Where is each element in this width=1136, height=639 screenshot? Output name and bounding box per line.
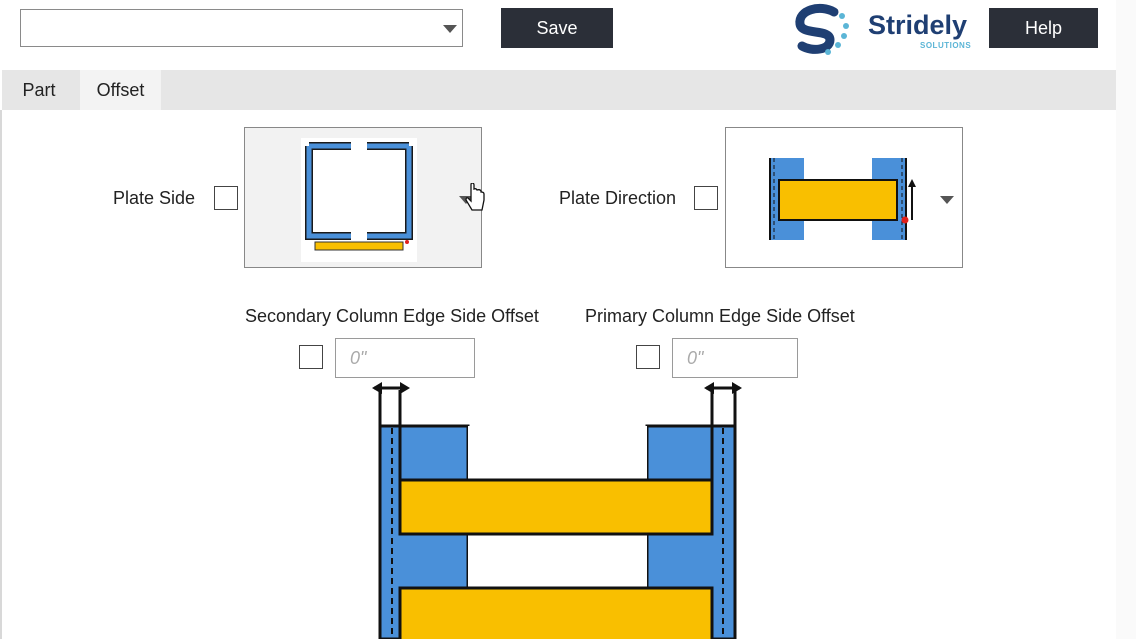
- save-button[interactable]: Save: [501, 8, 613, 48]
- secondary-offset-label: Secondary Column Edge Side Offset: [245, 306, 539, 326]
- secondary-offset-checkbox[interactable]: [299, 345, 323, 369]
- plate-direction-checkbox[interactable]: [694, 186, 718, 210]
- stridely-logo: Stridely SOLUTIONS: [794, 2, 984, 58]
- chevron-down-icon: [940, 196, 954, 204]
- part-select-dropdown[interactable]: [20, 9, 463, 47]
- panel-left-border: [0, 110, 2, 639]
- panel-right-gutter: [1116, 0, 1136, 639]
- plate-direction-preview-icon: [769, 158, 916, 240]
- primary-offset-input[interactable]: 0": [672, 338, 798, 378]
- tab-offset[interactable]: Offset: [80, 70, 161, 110]
- tab-bar: [2, 70, 1116, 110]
- plate-direction-image-dropdown[interactable]: [725, 127, 963, 268]
- chevron-down-icon: [443, 25, 457, 33]
- tab-part[interactable]: Part: [2, 70, 76, 110]
- plate-side-image-dropdown[interactable]: [244, 127, 485, 268]
- secondary-offset-input[interactable]: 0": [335, 338, 475, 378]
- primary-offset-checkbox[interactable]: [636, 345, 660, 369]
- help-button[interactable]: Help: [989, 8, 1098, 48]
- plate-direction-label: Plate Direction: [559, 188, 677, 208]
- plate-side-preview-icon: [301, 138, 417, 262]
- plate-side-label: Plate Side: [113, 188, 196, 208]
- hand-cursor-icon: [465, 183, 485, 211]
- logo-name: Stridely: [868, 10, 968, 40]
- plate-side-checkbox[interactable]: [214, 186, 238, 210]
- offset-diagram: [372, 382, 742, 639]
- logo-tagline: SOLUTIONS: [920, 41, 972, 50]
- primary-offset-label: Primary Column Edge Side Offset: [585, 306, 855, 326]
